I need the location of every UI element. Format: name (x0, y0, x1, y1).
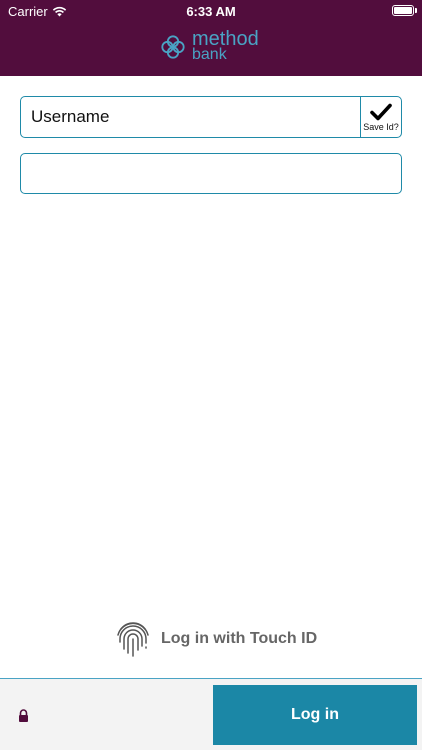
save-id-label: Save Id? (363, 121, 399, 132)
app-header: method bank (0, 22, 422, 76)
status-time: 6:33 AM (186, 4, 236, 19)
login-footer: Log in (0, 678, 422, 750)
logo-line-1: method (192, 28, 259, 50)
battery-tip (415, 8, 417, 13)
method-bank-logo-icon (161, 35, 185, 59)
status-bar: Carrier 6:33 AM (0, 0, 422, 22)
battery-icon (392, 5, 414, 16)
login-button[interactable]: Log in (213, 685, 417, 745)
method-bank-logo: method bank (160, 28, 259, 63)
logo-text: method bank (192, 28, 259, 63)
password-field-container (20, 153, 402, 194)
checkmark-icon (370, 103, 392, 120)
touch-id-login[interactable]: Log in with Touch ID (115, 620, 317, 658)
username-field-container: Save Id? (20, 96, 402, 138)
lock-icon (19, 709, 28, 722)
username-input[interactable] (21, 97, 360, 137)
fingerprint-icon (117, 622, 149, 657)
password-input[interactable] (21, 154, 401, 193)
save-id-checkbox[interactable]: Save Id? (360, 97, 401, 137)
touch-id-label: Log in with Touch ID (161, 630, 318, 647)
